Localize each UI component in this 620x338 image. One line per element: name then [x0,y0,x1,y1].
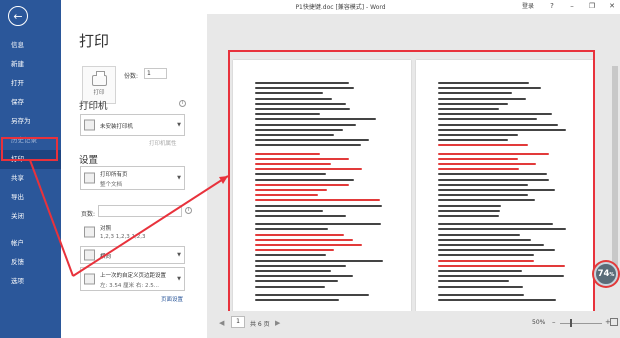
collate-icon [84,226,95,238]
zoom-out-button[interactable]: – [552,318,556,326]
restore-button[interactable]: ❐ [588,2,596,10]
landscape-icon [84,249,95,261]
badge-value: 74 [597,269,610,279]
orientation-dropdown[interactable]: 横向 ▼ [80,246,185,264]
scrollbar-thumb[interactable] [612,66,618,266]
current-page-input[interactable]: 1 [231,316,245,328]
printer-heading: 打印机 [79,101,108,112]
info-icon[interactable]: i [185,207,192,214]
backstage-sidebar: ← 信息 新建 打开 保存 另存为历史记录打印 共享 导出 关闭帐户 反馈 选项 [0,0,61,338]
print-preview-area [207,14,620,338]
print-button-label: 打印 [93,89,105,96]
info-icon[interactable]: i [179,100,186,107]
sidebar-item-1[interactable]: 新建 [0,55,61,74]
sidebar-item-3[interactable]: 保存 [0,93,61,112]
sidebar-item-0[interactable]: 信息 [0,36,61,55]
sidebar-item-11[interactable]: 反馈 [0,253,61,272]
chevron-left-icon[interactable]: ◀ [219,319,224,327]
chevron-down-icon: ▼ [177,276,181,282]
printer-icon [84,119,95,131]
collate-subtitle: 1,2,3 1,2,3 1,2,3 [100,234,146,240]
page-title: 打印 [79,32,110,50]
progress-badge[interactable]: 74% [594,262,618,286]
sidebar-item-8[interactable]: 导出 [0,188,61,207]
chevron-down-icon: ▼ [177,252,181,258]
badge-unit: % [609,272,615,278]
margins-dropdown[interactable]: 上一次的自定义页边距设置 左: 3.54 厘米 右: 2.5... ▼ [80,267,185,291]
minimize-button[interactable]: – [568,2,576,10]
copies-stepper[interactable]: 1 [144,68,167,79]
margins-icon [84,273,95,285]
print-range-title: 打印所有页 [100,172,128,178]
preview-highlight-box [228,50,595,325]
margins-title: 上一次的自定义页边距设置 [100,273,167,279]
chevron-down-icon: ▼ [177,122,181,128]
word-print-backstage: ← 信息 新建 打开 保存 另存为 历史记录 打印 共享 导出 关闭 帐户 反馈 选项 P1快捷键.do… [0,0,620,338]
sidebar-item-12[interactable]: 选项 [0,272,61,291]
printer-properties-link[interactable]: 打印机属性 [149,139,177,147]
title-bar: P1快捷键.doc [兼容模式] - Word 登录 ? – ❐ ✕ [61,0,620,14]
orientation-title: 横向 [100,254,112,260]
page-count: 共 6 页 [250,321,270,328]
collate-title: 对照 [100,226,112,232]
sidebar-item-5: 历史记录 [11,136,37,144]
pages-input[interactable] [98,205,182,217]
sidebar-item-10[interactable]: 帐户 [0,234,61,253]
help-icon[interactable]: ? [548,2,556,10]
sidebar-item-7[interactable]: 共享 [0,169,61,188]
fit-page-icon[interactable] [610,318,618,326]
arrow-left-icon: ← [13,9,23,23]
printer-dropdown[interactable]: 未安装打印机 ▼ [80,114,185,136]
backstage-nav: 信息 新建 打开 保存 另存为历史记录打印 共享 导出 关闭帐户 反馈 选项 [0,36,61,291]
login-link[interactable]: 登录 [522,1,534,10]
zoom-slider[interactable] [560,323,602,324]
preview-footer: ◀ 1 共 6 页 ▶ 50% – + [207,311,620,338]
chevron-right-icon[interactable]: ▶ [275,319,280,327]
sidebar-item-6[interactable]: 打印 [0,150,61,169]
zoom-level: 50% [532,319,546,326]
pages-icon [84,172,95,184]
chevron-down-icon: ▼ [177,175,181,181]
margins-subtitle: 左: 3.54 厘米 右: 2.5... [100,283,159,289]
sidebar-item-2[interactable]: 打开 [0,74,61,93]
collate-dropdown[interactable]: 对照 1,2,3 1,2,3 1,2,3 [80,220,185,244]
window-controls: 登录 ? – ❐ ✕ [522,1,616,11]
print-range-subtitle: 整个文档 [100,182,123,188]
zoom-slider-thumb[interactable] [569,319,572,327]
settings-heading: 设置 [79,155,99,166]
page-setup-link[interactable]: 页面设置 [161,295,183,303]
print-range-dropdown[interactable]: 打印所有页 整个文档 ▼ [80,166,185,190]
printer-icon [91,70,107,86]
close-button[interactable]: ✕ [608,2,616,10]
sidebar-item-4[interactable]: 另存为 [0,112,61,131]
copies-label: 份数: [124,73,139,80]
pages-label: 页数: [81,211,96,218]
printer-name: 未安装打印机 [100,124,134,130]
sidebar-item-9[interactable]: 关闭 [0,207,61,226]
print-settings-panel: 打印 打印 份数: 1 打印机 i 未安装打印机 ▼ 打印机属性 设置 打印所有… [61,14,207,338]
back-button[interactable]: ← [8,6,28,26]
